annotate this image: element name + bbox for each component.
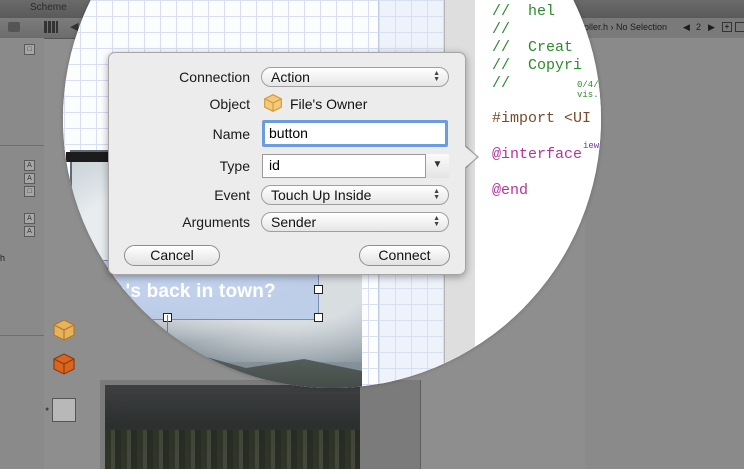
arguments-popup[interactable]: Sender ▲ ▼ [261, 212, 449, 232]
divider [0, 145, 44, 146]
issue-count: 2 [696, 22, 702, 32]
truncated-label: h [0, 253, 6, 263]
type-combobox[interactable]: id [262, 154, 448, 178]
updown-arrows-icon: ▲ ▼ [433, 188, 440, 201]
add-icon[interactable]: + [722, 22, 732, 32]
disclosure-icon[interactable]: ● [45, 406, 49, 413]
align-icon[interactable]: A [24, 160, 35, 171]
alignment-guide [167, 315, 168, 388]
event-label: Event [214, 187, 250, 203]
code-comment-line: // Copyri [492, 57, 583, 74]
connection-value: Action [271, 69, 310, 85]
updown-arrows-icon: ▲ ▼ [433, 70, 440, 83]
align-icon[interactable]: A [24, 213, 35, 224]
files-owner-cube-icon [264, 94, 282, 112]
connect-button[interactable]: Connect [359, 245, 450, 266]
updown-arrows-icon: ▲ ▼ [433, 215, 440, 228]
chevron-down-icon[interactable]: ▼ [425, 154, 449, 178]
code-comment-line: // [492, 75, 511, 92]
next-issue-icon[interactable]: ▶ [708, 22, 715, 33]
navigator-panel [0, 38, 44, 469]
arguments-value: Sender [271, 214, 317, 230]
divider [420, 380, 421, 469]
code-interface-line: @interface [492, 146, 583, 163]
code-comment-fragment: vis. All rights reserved. [577, 90, 599, 100]
align-icon[interactable]: A [24, 173, 35, 184]
align-icon[interactable]: □ [24, 186, 35, 197]
align-icon[interactable]: A [24, 226, 35, 237]
arguments-label: Arguments [182, 214, 250, 230]
code-comment-fragment: 0/4/12. [577, 80, 601, 90]
code-end-line: @end [492, 182, 529, 199]
chat-icon[interactable] [8, 22, 20, 32]
popover-arrow [462, 144, 477, 170]
code-comment-line: // hel [492, 3, 556, 20]
event-popup[interactable]: Touch Up Inside ▲ ▼ [261, 185, 449, 205]
grid-icon[interactable] [44, 21, 58, 33]
resize-handle[interactable] [314, 285, 323, 294]
event-value: Touch Up Inside [271, 187, 372, 203]
connection-label: Connection [179, 69, 250, 85]
code-import-line: #import <UI [492, 110, 592, 127]
code-comment-line: // Creat [492, 39, 574, 56]
divider [0, 335, 44, 336]
object-value: File's Owner [290, 96, 368, 112]
code-editor[interactable]: // hel // // Creat // Copyri // 0/4/12. … [475, 0, 601, 388]
type-label: Type [219, 158, 250, 174]
background-photo-trees [105, 430, 360, 469]
name-field[interactable]: button [262, 120, 448, 147]
scheme-label[interactable]: Scheme [30, 2, 67, 13]
connection-popup[interactable]: Action ▲ ▼ [261, 67, 449, 87]
object-label: Object [209, 96, 250, 112]
close-editor-icon[interactable] [735, 22, 744, 32]
label-text: ho's back in town? [102, 281, 276, 302]
panel-toggle-icon[interactable]: □ [24, 44, 35, 55]
code-interface-suffix: iewController [583, 141, 601, 151]
cancel-button[interactable]: Cancel [124, 245, 220, 266]
view-object-icon[interactable] [52, 398, 76, 422]
name-label: Name [212, 126, 250, 142]
editor-background [585, 38, 744, 469]
prev-issue-icon[interactable]: ◀ [683, 22, 690, 33]
resize-handle[interactable] [314, 313, 323, 322]
code-comment-line: // [492, 21, 511, 38]
